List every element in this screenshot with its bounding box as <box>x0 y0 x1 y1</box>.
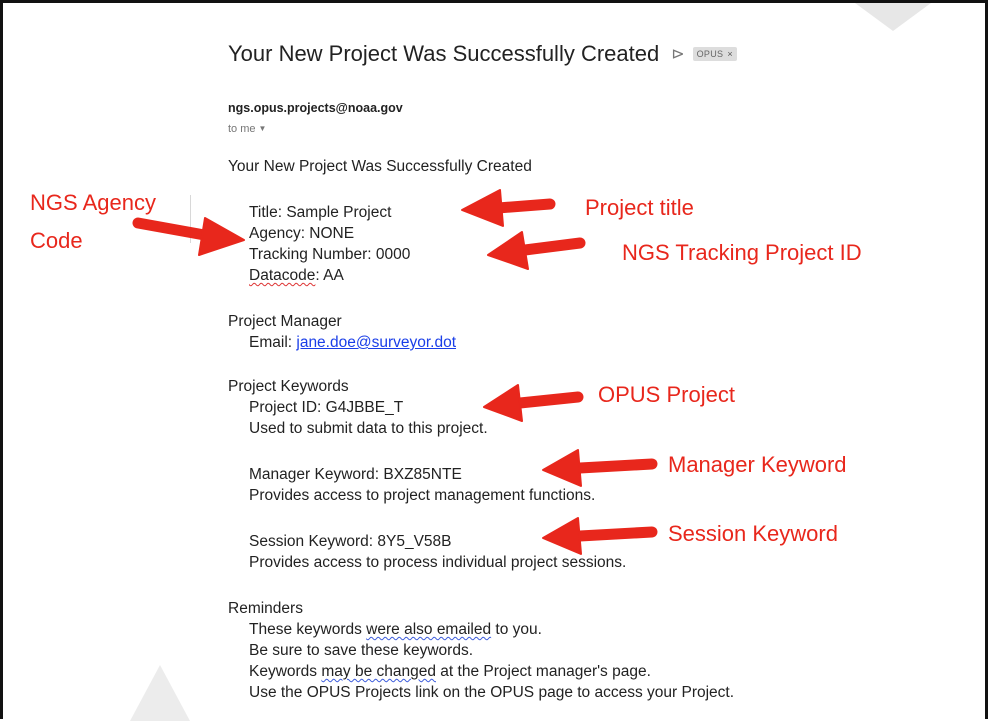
chevron-down-icon[interactable]: ▼ <box>259 124 267 133</box>
datacode-line: Datacode: AA <box>249 267 344 285</box>
vertical-divider <box>190 195 191 243</box>
reminder-line-4: Use the OPUS Projects link on the OPUS p… <box>249 684 735 701</box>
label-chip-text: OPUS <box>696 49 724 59</box>
decorative-triangle-top <box>855 3 931 31</box>
annotation-opus-project: OPUS Project <box>598 382 735 407</box>
email-subject: Your New Project Was Successfully Create… <box>228 41 660 66</box>
annotation-ngs-agency-code-line1: NGS Agency <box>30 190 156 215</box>
project-id-description: Used to submit data to this project. <box>249 420 488 437</box>
email-subject-row: Your New Project Was Successfully Create… <box>228 41 737 67</box>
reminder-line-1-pre: These keywords <box>249 621 367 638</box>
reminder-line-1: These keywords were also emailed to you. <box>249 621 542 639</box>
manager-keyword-line: Manager Keyword: BXZ85NTE <box>249 466 462 483</box>
sender-address[interactable]: ngs.opus.projects@noaa.gov <box>228 101 403 115</box>
session-keyword-description: Provides access to process individual pr… <box>249 554 627 571</box>
reminder-line-3-pre: Keywords <box>249 663 322 680</box>
reminders-heading: Reminders <box>228 600 303 617</box>
project-manager-heading: Project Manager <box>228 313 342 330</box>
reminder-line-3-post: at the Project manager's page. <box>435 663 651 680</box>
tracking-number-line: Tracking Number: 0000 <box>249 246 411 263</box>
project-title-line: Title: Sample Project <box>249 204 392 221</box>
reminder-line-1-post: to you. <box>491 621 542 638</box>
annotation-ngs-agency-code-line2: Code <box>30 228 83 253</box>
annotation-project-title: Project title <box>585 195 694 220</box>
close-icon[interactable]: × <box>727 49 733 59</box>
reminder-line-1-flagged: were also emailed <box>366 621 492 638</box>
reminder-line-3: Keywords may be changed at the Project m… <box>249 663 651 681</box>
session-keyword-line: Session Keyword: 8Y5_V58B <box>249 533 452 550</box>
decorative-triangle-bottom <box>130 665 190 721</box>
manager-email-label: Email: <box>249 334 297 351</box>
datacode-value: : AA <box>315 267 344 284</box>
label-chip-opus[interactable]: OPUS × <box>692 47 737 61</box>
annotation-manager-keyword: Manager Keyword <box>668 452 847 477</box>
datacode-label: Datacode <box>249 267 316 284</box>
body-heading: Your New Project Was Successfully Create… <box>228 158 532 175</box>
annotation-ngs-tracking-project-id: NGS Tracking Project ID <box>622 240 862 265</box>
manager-email-link[interactable]: jane.doe@surveyor.dot <box>296 334 456 351</box>
reminder-line-2: Be sure to save these keywords. <box>249 642 474 659</box>
agency-line: Agency: NONE <box>249 225 355 242</box>
project-keywords-heading: Project Keywords <box>228 378 349 395</box>
reminder-line-3-flagged: may be changed <box>321 663 436 680</box>
screenshot-frame <box>0 0 988 719</box>
recipient-label: to me <box>228 123 256 135</box>
importance-marker-icon[interactable]: ⊳ <box>671 44 684 64</box>
manager-keyword-description: Provides access to project management fu… <box>249 487 596 504</box>
annotation-session-keyword: Session Keyword <box>668 521 838 546</box>
recipient-details[interactable]: to me ▼ <box>228 123 266 135</box>
manager-email-line: Email: jane.doe@surveyor.dot <box>249 334 456 352</box>
project-id-line: Project ID: G4JBBE_T <box>249 399 404 416</box>
